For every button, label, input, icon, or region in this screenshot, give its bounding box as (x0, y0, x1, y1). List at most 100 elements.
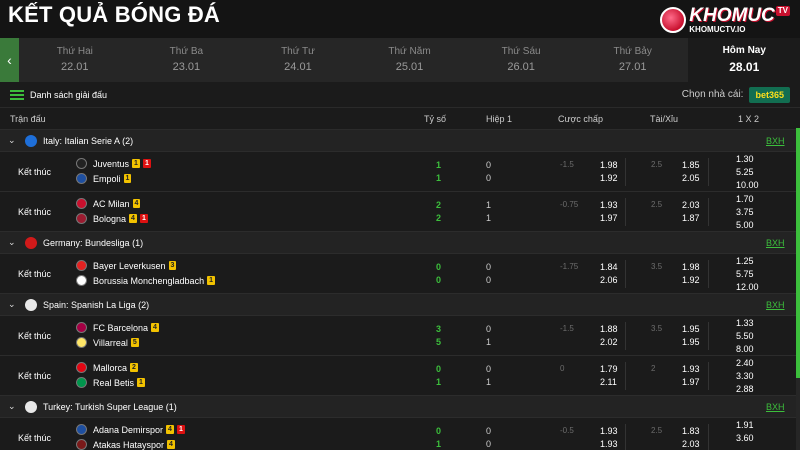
over-odds[interactable]: 1.85 (682, 160, 700, 170)
draw-odds[interactable]: 3.60 (736, 433, 754, 443)
under-odds[interactable]: 1.92 (682, 275, 700, 285)
over-odds[interactable]: 1.93 (682, 364, 700, 374)
home-team[interactable]: Juventus 1 1 (76, 158, 151, 169)
handicap-away-odds[interactable]: 1.93 (600, 439, 618, 449)
date-tab[interactable]: Thứ Năm 25.01 (354, 38, 466, 82)
date-tab-day: Thứ Năm (388, 45, 431, 57)
under-odds[interactable]: 2.05 (682, 173, 700, 183)
under-odds[interactable]: 1.95 (682, 337, 700, 347)
draw-odds[interactable]: 3.30 (736, 371, 754, 381)
league-list-link[interactable]: Danh sách giải đấu (30, 90, 107, 100)
draw-odds[interactable]: 5.50 (736, 331, 754, 341)
away-win-odds[interactable]: 8.00 (736, 344, 754, 354)
bookmaker-selector: Chọn nhà cái: bet365 (682, 86, 790, 103)
date-tab-day: Thứ Hai (56, 45, 93, 57)
chevron-down-icon[interactable]: ⌄ (8, 299, 16, 310)
away-team[interactable]: Bologna 4 1 (76, 213, 148, 224)
site-logo[interactable]: KHOMUC TV KHOMUCTV.IO (660, 6, 790, 34)
away-team[interactable]: Atakas Hatayspor 4 (76, 439, 175, 450)
handicap-home-odds[interactable]: 1.93 (600, 426, 618, 436)
handicap-home-odds[interactable]: 1.98 (600, 160, 618, 170)
logo-subtext: KHOMUCTV.IO (689, 25, 746, 34)
previous-date-arrow-icon[interactable]: ‹ (0, 38, 19, 82)
away-team[interactable]: Empoli 1 (76, 173, 132, 184)
menu-icon[interactable] (10, 89, 24, 100)
league-row[interactable]: ⌄ Germany: Bundesliga (1) BXH (0, 232, 800, 254)
league-row[interactable]: ⌄ Turkey: Turkish Super League (1) BXH (0, 396, 800, 418)
over-odds[interactable]: 1.95 (682, 324, 700, 334)
handicap-away-odds[interactable]: 2.06 (600, 275, 618, 285)
home-team[interactable]: Mallorca 2 (76, 362, 138, 373)
over-odds[interactable]: 2.03 (682, 200, 700, 210)
over-odds[interactable]: 1.98 (682, 262, 700, 272)
league-row[interactable]: ⌄ Spain: Spanish La Liga (2) BXH (0, 294, 800, 316)
chevron-down-icon[interactable]: ⌄ (8, 135, 16, 146)
handicap-home-odds[interactable]: 1.84 (600, 262, 618, 272)
match-row[interactable]: Kết thúc Adana Demirspor 4 1 Atakas Hatays… (0, 418, 800, 450)
date-tab[interactable]: Hôm Nay 28.01 (688, 38, 800, 82)
away-win-odds[interactable]: 12.00 (736, 282, 759, 292)
over-odds[interactable]: 1.83 (682, 426, 700, 436)
handicap-home-odds[interactable]: 1.93 (600, 200, 618, 210)
divider (625, 260, 626, 288)
home-win-odds[interactable]: 1.25 (736, 256, 754, 266)
league-country: Turkey: (43, 402, 73, 412)
standings-link[interactable]: BXH (766, 238, 785, 248)
league-row[interactable]: ⌄ Italy: Italian Serie A (2) BXH (0, 130, 800, 152)
chevron-down-icon[interactable]: ⌄ (8, 237, 16, 248)
match-row[interactable]: Kết thúc AC Milan 4 Bologna 4 1 2 2 1 1 -0.… (0, 192, 800, 232)
chevron-down-icon[interactable]: ⌄ (8, 401, 16, 412)
date-tab[interactable]: Thứ Tư 24.01 (242, 38, 354, 82)
date-tab[interactable]: Thứ Hai 22.01 (19, 38, 131, 82)
under-odds[interactable]: 1.97 (682, 377, 700, 387)
away-win-odds[interactable]: 2.88 (736, 384, 754, 394)
standings-link[interactable]: BXH (766, 300, 785, 310)
home-halftime-score: 0 (486, 324, 492, 334)
match-row[interactable]: Kết thúc Mallorca 2 Real Betis 1 0 1 0 1 0… (0, 356, 800, 396)
away-team[interactable]: Borussia Monchengladbach 1 (76, 275, 215, 286)
standings-link[interactable]: BXH (766, 402, 785, 412)
scrollbar[interactable] (796, 128, 800, 450)
away-team[interactable]: Villarreal 5 (76, 337, 139, 348)
home-team[interactable]: Bayer Leverkusen 3 (76, 260, 177, 271)
standings-link[interactable]: BXH (766, 136, 785, 146)
home-win-odds[interactable]: 1.30 (736, 154, 754, 164)
away-win-odds[interactable]: 5.00 (736, 220, 754, 230)
match-row[interactable]: Kết thúc Bayer Leverkusen 3 Borussia Monc… (0, 254, 800, 294)
under-odds[interactable]: 1.87 (682, 213, 700, 223)
match-row[interactable]: Kết thúc Juventus 1 1 Empoli 1 1 1 0 0 -1.5… (0, 152, 800, 192)
match-status: Kết thúc (18, 433, 52, 443)
draw-odds[interactable]: 5.25 (736, 167, 754, 177)
home-team[interactable]: FC Barcelona 4 (76, 322, 159, 333)
handicap-home-odds[interactable]: 1.88 (600, 324, 618, 334)
scrollbar-thumb[interactable] (796, 128, 800, 378)
handicap-away-odds[interactable]: 1.92 (600, 173, 618, 183)
home-win-odds[interactable]: 1.91 (736, 420, 754, 430)
under-odds[interactable]: 2.03 (682, 439, 700, 449)
away-score: 1 (436, 439, 442, 449)
home-win-odds[interactable]: 2.40 (736, 358, 754, 368)
match-row[interactable]: Kết thúc FC Barcelona 4 Villarreal 5 3 5 0… (0, 316, 800, 356)
date-tab[interactable]: Thứ Bảy 27.01 (577, 38, 689, 82)
home-win-odds[interactable]: 1.70 (736, 194, 754, 204)
date-tab[interactable]: Thứ Sáu 26.01 (465, 38, 577, 82)
draw-odds[interactable]: 5.75 (736, 269, 754, 279)
home-team[interactable]: Adana Demirspor 4 1 (76, 424, 185, 435)
header: KẾT QUẢ BÓNG ĐÁ KHOMUC TV KHOMUCTV.IO (0, 0, 800, 38)
handicap-home-odds[interactable]: 1.79 (600, 364, 618, 374)
date-tab-day: Thứ Sáu (501, 45, 541, 57)
handicap-away-odds[interactable]: 2.11 (600, 377, 617, 387)
team-crest-icon (76, 424, 87, 435)
date-tab[interactable]: Thứ Ba 23.01 (131, 38, 243, 82)
handicap-away-odds[interactable]: 2.02 (600, 337, 618, 347)
bookmaker-button[interactable]: bet365 (749, 86, 790, 103)
handicap-line: -1.5 (560, 160, 574, 169)
away-win-odds[interactable]: 10.00 (736, 180, 759, 190)
home-win-odds[interactable]: 1.33 (736, 318, 754, 328)
draw-odds[interactable]: 3.75 (736, 207, 754, 217)
handicap-away-odds[interactable]: 1.97 (600, 213, 618, 223)
away-team[interactable]: Real Betis 1 (76, 377, 145, 388)
team-crest-icon (76, 377, 87, 388)
home-team[interactable]: AC Milan 4 (76, 198, 141, 209)
home-halftime-score: 1 (486, 200, 492, 210)
